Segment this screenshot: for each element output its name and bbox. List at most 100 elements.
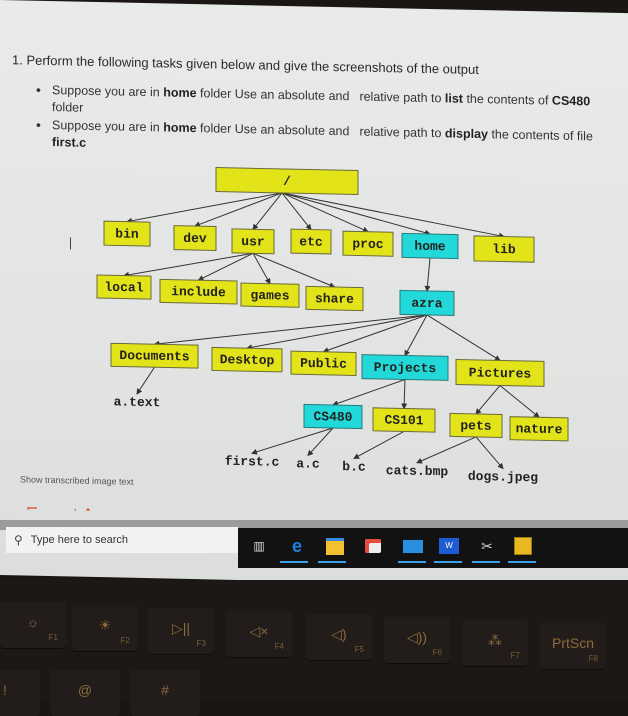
file-a-text: a.text [114, 394, 161, 410]
file-explorer-icon[interactable] [324, 536, 346, 556]
key-glyph: ☀ [98, 617, 112, 633]
tree-edge [499, 385, 540, 418]
tree-edge [332, 379, 406, 407]
folder-node-desktop: Desktop [211, 346, 283, 373]
key-glyph: ◁) [331, 626, 347, 642]
file-cats-bmp: cats.bmp [386, 463, 449, 479]
file-b-c: b.c [342, 459, 366, 474]
running-indicator [472, 561, 500, 563]
function-key-f2[interactable]: ☀ F2 [72, 605, 138, 651]
folder-node-share: share [305, 285, 364, 312]
tree-edge [322, 314, 428, 353]
key-label: F5 [354, 645, 364, 654]
key[interactable]: @ [50, 670, 120, 716]
folder-node-proc: proc [342, 230, 394, 257]
key-glyph: ☼ [26, 614, 40, 630]
folder-node-bin: bin [103, 220, 151, 247]
word-icon[interactable]: W [438, 536, 460, 556]
svg-text:local: local [104, 280, 143, 296]
svg-text:home: home [414, 239, 445, 255]
tree-edge [252, 253, 271, 285]
key-glyph: PrtScn [551, 635, 594, 651]
tree-edge [353, 431, 405, 459]
expert-answer-heading: Expert Answer [26, 501, 142, 512]
function-key-f3[interactable]: ▷|| F3 [148, 608, 214, 654]
svg-text:dev: dev [183, 231, 207, 246]
folder-node-pictures: Pictures [455, 359, 545, 387]
svg-text:include: include [171, 284, 226, 300]
folder-node-include: include [159, 278, 238, 305]
tree-edge [136, 366, 155, 395]
folder-node-azra: azra [399, 289, 455, 317]
tree-edge [281, 192, 431, 236]
key-label: F8 [588, 654, 598, 663]
laptop-keyboard: ☼ F1 ☀ F2 ▷|| F3 ◁× F4 ◁) F5 ◁)) F6 ⁂ F7 PrtScn F8! @ # [0, 580, 628, 716]
folder-node-public: Public [290, 350, 357, 376]
key-glyph: ! [3, 682, 7, 698]
tree-edge [281, 192, 369, 233]
function-key-f6[interactable]: ◁)) F6 [384, 617, 450, 663]
folder-node-projects: Projects [361, 354, 449, 381]
svg-text:azra: azra [411, 296, 442, 312]
folder-node-cs480: CS480 [303, 403, 363, 430]
tree-edge [416, 436, 477, 464]
tree-edge [123, 252, 254, 278]
folder-node-pets: pets [449, 412, 503, 439]
edge-icon[interactable]: e [286, 536, 308, 556]
svg-text:Desktop: Desktop [220, 352, 275, 368]
folder-node-documents: Documents [110, 342, 199, 369]
key-label: F7 [510, 651, 520, 660]
function-key-f4[interactable]: ◁× F4 [226, 611, 292, 657]
key-glyph: ⁂ [488, 632, 502, 648]
key[interactable]: ! [0, 670, 40, 716]
function-key-f7[interactable]: ⁂ F7 [462, 620, 528, 666]
svg-text:Projects: Projects [374, 360, 437, 376]
key-glyph: # [161, 682, 169, 698]
task-view-icon[interactable]: ▥ [248, 536, 270, 556]
svg-text:bin: bin [115, 226, 139, 241]
tree-edge [126, 192, 283, 224]
key-glyph: @ [77, 682, 93, 698]
paint-icon[interactable]: ✂ [476, 536, 498, 556]
folder-node-lib: lib [473, 235, 535, 263]
key-label: F1 [48, 633, 58, 642]
key[interactable]: # [130, 670, 200, 716]
tree-edge [197, 252, 254, 281]
taskbar-search[interactable]: ⚲ Type here to search [6, 527, 238, 553]
mail-icon[interactable] [402, 536, 424, 556]
tree-edge [475, 436, 504, 470]
key-glyph: ▷|| [171, 620, 191, 636]
file-first-c: first.c [225, 454, 280, 470]
function-key-f1[interactable]: ☼ F1 [0, 602, 66, 648]
tree-edge [281, 192, 312, 231]
function-key-f5[interactable]: ◁) F5 [306, 614, 372, 660]
svg-text:/: / [283, 174, 291, 189]
file-a-c: a.c [296, 456, 320, 471]
svg-text:proc: proc [352, 236, 383, 252]
folder-node-etc: etc [290, 228, 332, 255]
key-label: F3 [196, 639, 206, 648]
svg-text:Documents: Documents [119, 348, 189, 364]
folder-node-: / [215, 167, 359, 196]
folder-node-dev: dev [173, 225, 217, 252]
tree-edge [401, 379, 408, 410]
function-key-f8[interactable]: PrtScn F8 [540, 623, 606, 669]
search-placeholder: Type here to search [30, 534, 129, 546]
folder-node-usr: usr [231, 228, 275, 255]
svg-text:nature: nature [516, 421, 563, 437]
running-indicator [318, 561, 346, 563]
tree-edge [252, 252, 336, 288]
app-icon[interactable] [512, 536, 534, 556]
svg-text:usr: usr [241, 234, 264, 249]
search-icon: ⚲ [14, 533, 23, 547]
directory-tree-diagram: / bin dev usr etc proc home lib local include game… [96, 167, 569, 485]
key-glyph: ◁)) [406, 629, 428, 645]
tree-edge [475, 385, 501, 415]
svg-text:etc: etc [299, 234, 323, 249]
taskbar: ▥ e W ✂ [238, 528, 628, 568]
store-icon[interactable] [362, 536, 384, 556]
svg-text:pets: pets [460, 418, 491, 434]
file-dogs-jpeg: dogs.jpeg [468, 469, 538, 485]
running-indicator [280, 561, 308, 563]
tree-edge [424, 257, 431, 292]
